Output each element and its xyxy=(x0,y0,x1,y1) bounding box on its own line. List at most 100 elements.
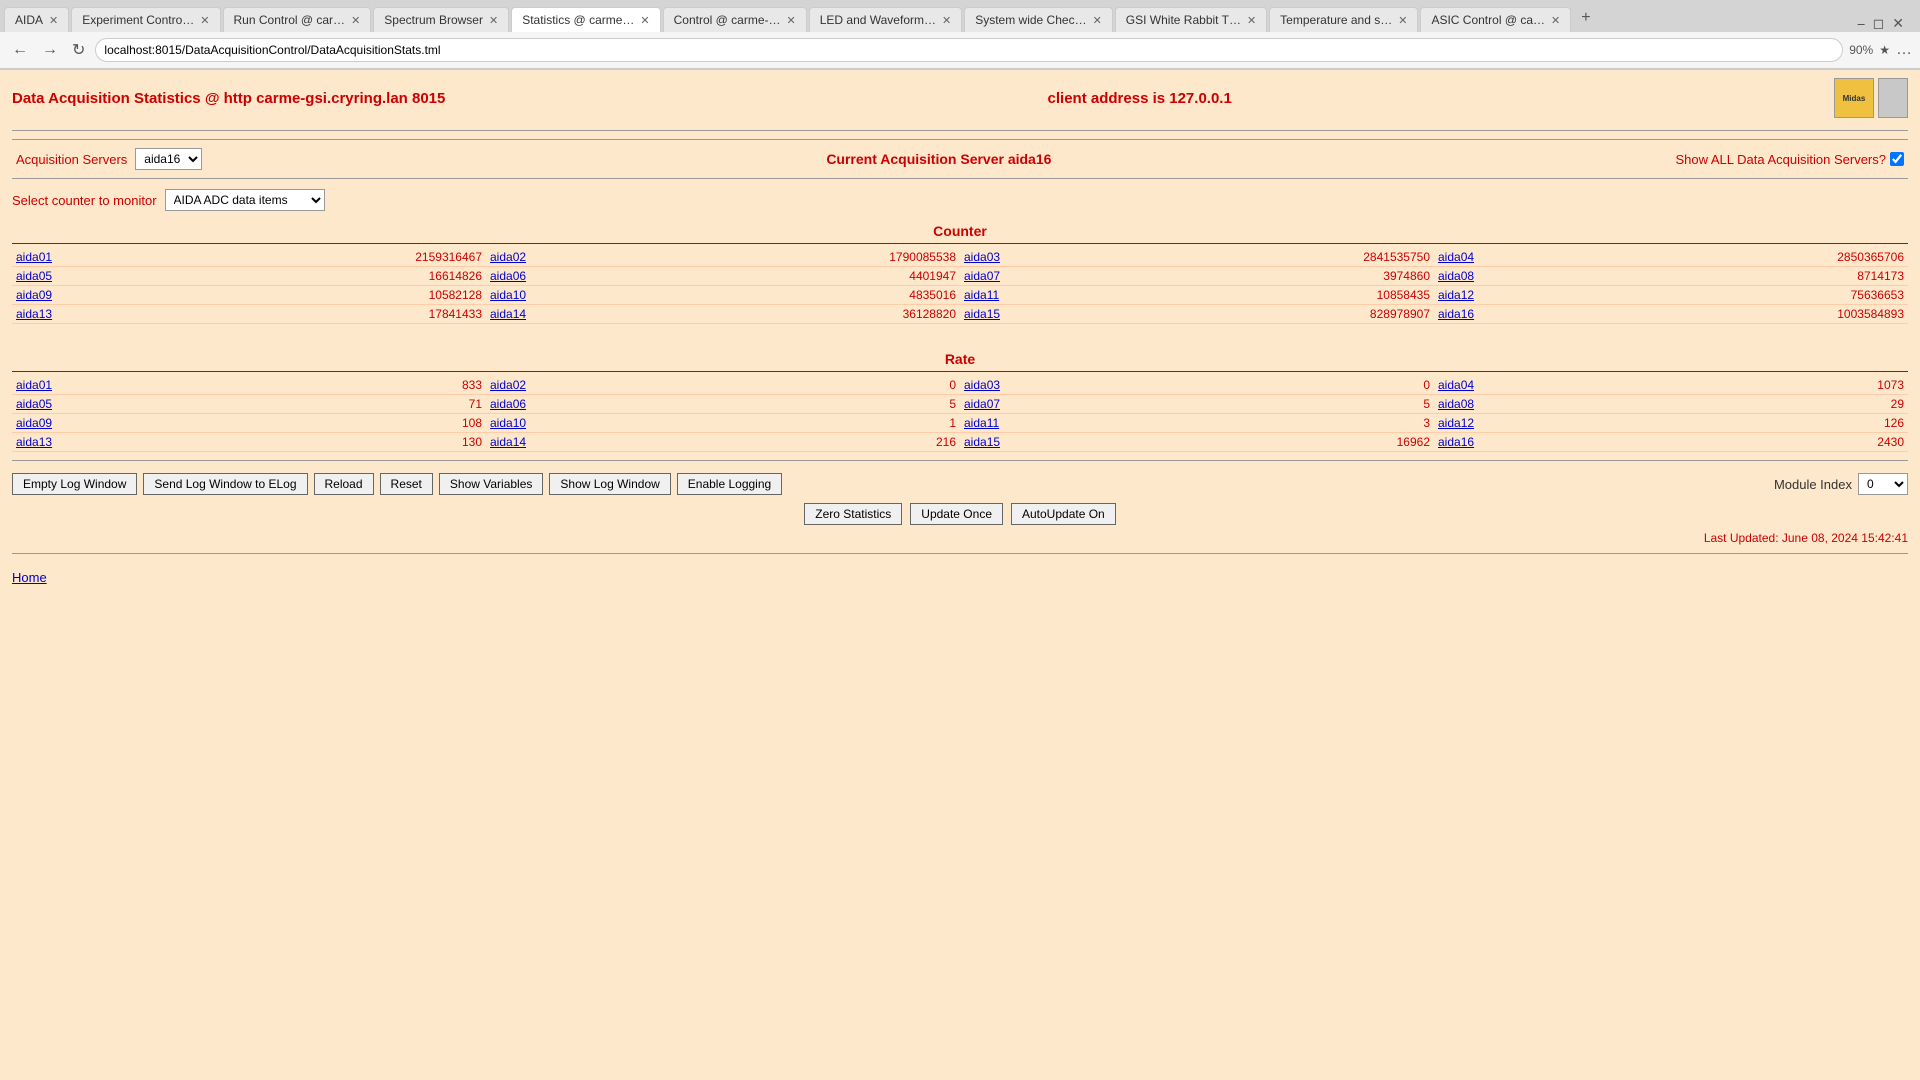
tab-spectrum[interactable]: Spectrum Browser ✕ xyxy=(373,7,509,32)
data-cell-value: 130 xyxy=(249,433,486,452)
tab-experiment-close[interactable]: ✕ xyxy=(200,14,209,27)
tab-control[interactable]: Control @ carme-… ✕ xyxy=(663,7,807,32)
action-row: Zero Statistics Update Once AutoUpdate O… xyxy=(12,503,1908,525)
data-cell-name[interactable]: aida10 xyxy=(486,286,723,305)
address-input[interactable] xyxy=(95,38,1843,62)
module-index-select[interactable]: 0 xyxy=(1858,473,1908,495)
data-cell-value: 108 xyxy=(249,414,486,433)
page-content: Data Acquisition Statistics @ http carme… xyxy=(0,70,1920,1070)
data-cell-name[interactable]: aida11 xyxy=(960,286,1197,305)
midas-logo: Midas xyxy=(1834,78,1874,118)
data-cell-name[interactable]: aida14 xyxy=(486,433,723,452)
show-log-button[interactable]: Show Log Window xyxy=(549,473,670,495)
new-tab-button[interactable]: + xyxy=(1573,4,1598,32)
data-cell-name[interactable]: aida03 xyxy=(960,376,1197,395)
data-cell-value: 1 xyxy=(723,414,960,433)
close-window-button[interactable]: ✕ xyxy=(1892,15,1904,32)
rate-heading: Rate xyxy=(12,347,1908,372)
home-link[interactable]: Home xyxy=(12,570,47,585)
data-cell-value: 5 xyxy=(1197,395,1434,414)
data-cell-name[interactable]: aida07 xyxy=(960,395,1197,414)
tab-led[interactable]: LED and Waveform… ✕ xyxy=(809,7,962,32)
tab-statistics[interactable]: Statistics @ carme… ✕ xyxy=(511,7,660,32)
send-log-button[interactable]: Send Log Window to ELog xyxy=(143,473,307,495)
data-cell-name[interactable]: aida03 xyxy=(960,248,1197,267)
data-cell-name[interactable]: aida06 xyxy=(486,395,723,414)
show-variables-button[interactable]: Show Variables xyxy=(439,473,544,495)
data-cell-name[interactable]: aida11 xyxy=(960,414,1197,433)
data-cell-name[interactable]: aida02 xyxy=(486,376,723,395)
data-cell-name[interactable]: aida05 xyxy=(12,267,249,286)
tab-gsi[interactable]: GSI White Rabbit T… ✕ xyxy=(1115,7,1267,32)
section-divider xyxy=(12,460,1908,461)
autoupdate-button[interactable]: AutoUpdate On xyxy=(1011,503,1116,525)
tab-control-close[interactable]: ✕ xyxy=(787,14,796,27)
data-cell-value: 2841535750 xyxy=(1197,248,1434,267)
data-cell-name[interactable]: aida13 xyxy=(12,305,249,324)
empty-log-button[interactable]: Empty Log Window xyxy=(12,473,137,495)
tab-syswide-label: System wide Chec… xyxy=(975,13,1086,27)
reload-page-button[interactable]: Reload xyxy=(314,473,374,495)
reset-button[interactable]: Reset xyxy=(380,473,433,495)
data-cell-name[interactable]: aida15 xyxy=(960,433,1197,452)
data-cell-name[interactable]: aida10 xyxy=(486,414,723,433)
enable-logging-button[interactable]: Enable Logging xyxy=(677,473,782,495)
data-cell-name[interactable]: aida12 xyxy=(1434,286,1671,305)
bookmark-icon[interactable]: ★ xyxy=(1879,43,1890,57)
data-cell-name[interactable]: aida07 xyxy=(960,267,1197,286)
data-cell-name[interactable]: aida04 xyxy=(1434,376,1671,395)
data-cell-name[interactable]: aida09 xyxy=(12,286,249,305)
acquisition-server-select[interactable]: aida16 xyxy=(135,148,202,170)
maximize-button[interactable]: ◻ xyxy=(1873,15,1885,32)
data-cell-value: 36128820 xyxy=(723,305,960,324)
data-cell-name[interactable]: aida16 xyxy=(1434,433,1671,452)
data-cell-name[interactable]: aida14 xyxy=(486,305,723,324)
back-button[interactable]: ← xyxy=(8,39,32,61)
data-cell-value: 2850365706 xyxy=(1671,248,1908,267)
update-once-button[interactable]: Update Once xyxy=(910,503,1003,525)
data-cell-name[interactable]: aida13 xyxy=(12,433,249,452)
counter-select[interactable]: AIDA ADC data items xyxy=(165,189,325,211)
tab-aida[interactable]: AIDA ✕ xyxy=(4,7,69,32)
data-cell-name[interactable]: aida01 xyxy=(12,376,249,395)
tab-temperature-close[interactable]: ✕ xyxy=(1398,14,1407,27)
tab-statistics-close[interactable]: ✕ xyxy=(640,14,649,27)
data-cell-name[interactable]: aida02 xyxy=(486,248,723,267)
data-cell-name[interactable]: aida01 xyxy=(12,248,249,267)
tab-led-close[interactable]: ✕ xyxy=(942,14,951,27)
data-cell-name[interactable]: aida05 xyxy=(12,395,249,414)
tab-gsi-close[interactable]: ✕ xyxy=(1247,14,1256,27)
data-cell-name[interactable]: aida04 xyxy=(1434,248,1671,267)
tab-temperature[interactable]: Temperature and s… ✕ xyxy=(1269,7,1418,32)
tab-asic[interactable]: ASIC Control @ ca… ✕ xyxy=(1420,7,1571,32)
button-row: Empty Log Window Send Log Window to ELog… xyxy=(12,473,1908,495)
forward-button[interactable]: → xyxy=(38,39,62,61)
data-cell-name[interactable]: aida08 xyxy=(1434,395,1671,414)
tab-run[interactable]: Run Control @ car… ✕ xyxy=(223,7,372,32)
data-cell-name[interactable]: aida16 xyxy=(1434,305,1671,324)
data-cell-value: 828978907 xyxy=(1197,305,1434,324)
acquisition-servers-label: Acquisition Servers xyxy=(16,152,127,167)
zero-statistics-button[interactable]: Zero Statistics xyxy=(804,503,902,525)
tab-asic-label: ASIC Control @ ca… xyxy=(1431,13,1545,27)
tab-experiment[interactable]: Experiment Contro… ✕ xyxy=(71,7,220,32)
data-cell-name[interactable]: aida08 xyxy=(1434,267,1671,286)
data-cell-name[interactable]: aida12 xyxy=(1434,414,1671,433)
reload-button[interactable]: ↻ xyxy=(68,38,89,62)
data-cell-name[interactable]: aida06 xyxy=(486,267,723,286)
minimize-button[interactable]: ⎯ xyxy=(1858,15,1865,32)
tab-run-close[interactable]: ✕ xyxy=(351,14,360,27)
tab-syswide-close[interactable]: ✕ xyxy=(1093,14,1102,27)
module-index-area: Module Index 0 xyxy=(1774,473,1908,495)
show-all-checkbox[interactable] xyxy=(1890,152,1904,166)
tab-aida-close[interactable]: ✕ xyxy=(49,14,58,27)
data-cell-name[interactable]: aida15 xyxy=(960,305,1197,324)
tab-syswide[interactable]: System wide Chec… ✕ xyxy=(964,7,1113,32)
show-all-label: Show ALL Data Acquisition Servers? xyxy=(1675,152,1886,167)
data-cell-name[interactable]: aida09 xyxy=(12,414,249,433)
overflow-menu-button[interactable]: … xyxy=(1896,41,1912,59)
tab-asic-close[interactable]: ✕ xyxy=(1551,14,1560,27)
tab-spectrum-close[interactable]: ✕ xyxy=(489,14,498,27)
page-header: Data Acquisition Statistics @ http carme… xyxy=(12,78,1908,118)
tab-temperature-label: Temperature and s… xyxy=(1280,13,1392,27)
